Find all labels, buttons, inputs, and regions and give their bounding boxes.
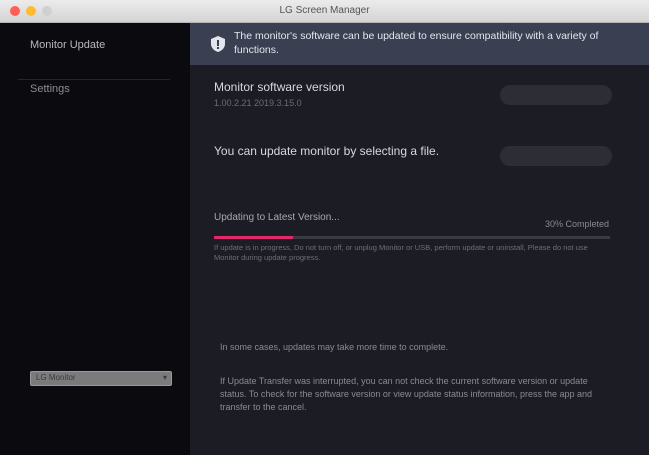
progress-bar bbox=[214, 236, 610, 239]
window-title-bar: LG Screen Manager bbox=[0, 0, 649, 23]
sidebar-item-monitor-update[interactable]: Monitor Update bbox=[30, 39, 105, 51]
progress-label: Updating to Latest Version... bbox=[214, 212, 340, 223]
window-title: LG Screen Manager bbox=[279, 5, 370, 16]
sidebar: Monitor Update Settings LG Monitor ▾ bbox=[0, 23, 190, 455]
banner-text: The monitor's software can be updated to… bbox=[234, 30, 599, 56]
software-version-title: Monitor software version bbox=[214, 80, 345, 94]
info-banner: The monitor's software can be updated to… bbox=[190, 23, 649, 65]
note-interrupted: If Update Transfer was interrupted, you … bbox=[220, 376, 593, 412]
chevron-down-icon: ▾ bbox=[162, 373, 167, 382]
main-content: The monitor's software can be updated to… bbox=[190, 23, 649, 455]
software-version-value: 1.00.2.21 2019.3.15.0 bbox=[214, 98, 302, 108]
select-file-button[interactable] bbox=[500, 146, 612, 166]
sidebar-item-settings[interactable]: Settings bbox=[30, 83, 70, 95]
monitor-select-value: LG Monitor bbox=[36, 373, 76, 382]
progress-percent: 30% Completed bbox=[544, 219, 609, 229]
progress-warning: If update is in progress, Do not turn of… bbox=[214, 243, 588, 262]
file-update-title: You can update monitor by selecting a fi… bbox=[214, 144, 440, 158]
monitor-select-dropdown[interactable]: LG Monitor ▾ bbox=[30, 371, 172, 386]
shield-icon bbox=[211, 36, 225, 52]
sidebar-divider bbox=[18, 79, 170, 80]
note-duration: In some cases, updates may take more tim… bbox=[220, 342, 449, 352]
check-update-button[interactable] bbox=[500, 85, 612, 105]
progress-bar-fill bbox=[214, 236, 294, 239]
